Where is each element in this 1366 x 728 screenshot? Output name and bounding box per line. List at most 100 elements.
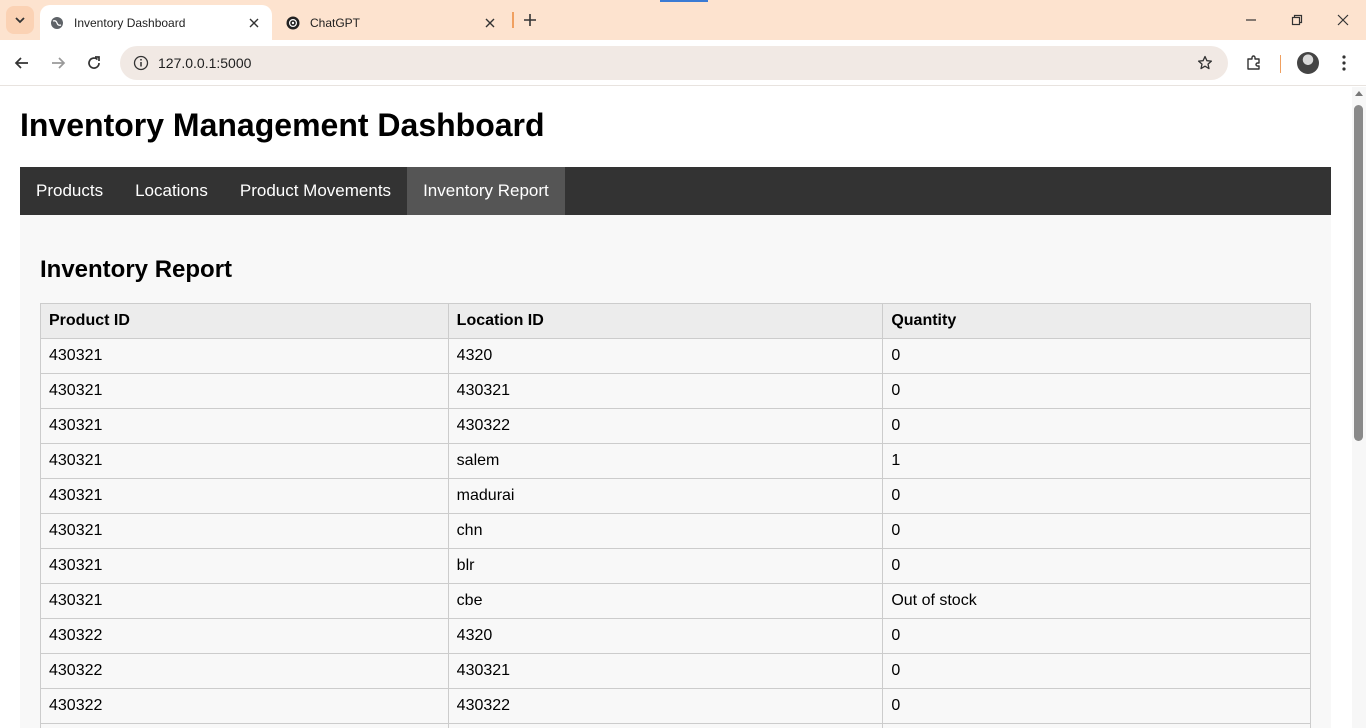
restore-button[interactable]: [1274, 0, 1320, 40]
address-bar[interactable]: 127.0.0.1:5000: [120, 46, 1228, 80]
main-nav: Products Locations Product Movements Inv…: [20, 167, 1331, 215]
cell-quantity: Out of stock: [882, 583, 1311, 619]
cell-quantity: 0: [882, 408, 1311, 444]
tab-separator: [512, 12, 514, 28]
tab-chatgpt[interactable]: ChatGPT: [276, 5, 508, 40]
cell-location-id: 430322: [447, 688, 884, 724]
table-row: 430322 430321 0: [40, 653, 1311, 689]
cell-quantity: 0: [882, 513, 1311, 549]
puzzle-icon: [1247, 55, 1260, 70]
table-row: 430321 430322 0: [40, 408, 1311, 444]
menu-button[interactable]: [1330, 49, 1358, 77]
cell-location-id: 430321: [447, 373, 884, 409]
section-heading: Inventory Report: [40, 256, 233, 283]
column-header-quantity: Quantity: [882, 303, 1311, 339]
cell-location-id: salem: [447, 443, 884, 479]
cell-quantity: 0: [882, 688, 1311, 724]
nav-item-product-movements[interactable]: Product Movements: [224, 167, 407, 215]
browser-toolbar: 127.0.0.1:5000: [0, 40, 1366, 86]
chevron-down-icon: [15, 17, 25, 24]
arrow-right-icon: [52, 57, 66, 69]
cell-location-id: 4320: [447, 338, 884, 374]
new-tab-button[interactable]: [518, 8, 542, 32]
page-viewport: Inventory Management Dashboard Products …: [0, 87, 1352, 728]
cell-location-id: 430322: [447, 408, 884, 444]
page-scrollbar[interactable]: [1352, 87, 1366, 728]
cell-product-id: 430321: [40, 478, 449, 514]
cell-product-id: 430322: [40, 723, 449, 728]
table-row: 430321 cbe Out of stock: [40, 583, 1311, 619]
openai-icon: [286, 16, 300, 30]
tab-title: ChatGPT: [310, 15, 361, 30]
cell-location-id: chn: [447, 513, 884, 549]
table-row: 430322salem0: [40, 723, 1311, 728]
table-row: 430321 madurai 0: [40, 478, 1311, 514]
more-vertical-icon: [1342, 55, 1346, 71]
close-icon[interactable]: [244, 13, 264, 33]
table-row: 430321 430321 0: [40, 373, 1311, 409]
profile-avatar[interactable]: [1297, 52, 1319, 74]
cell-product-id: 430321: [40, 513, 449, 549]
column-header-location-id: Location ID: [447, 303, 884, 339]
table-row: 430321 4320 0: [40, 338, 1311, 374]
cell-quantity: 0: [882, 723, 1311, 728]
restore-icon: [1291, 14, 1303, 26]
close-icon[interactable]: [480, 13, 500, 33]
cell-product-id: 430321: [40, 408, 449, 444]
extensions-button[interactable]: [1240, 49, 1268, 77]
cell-location-id: madurai: [447, 478, 884, 514]
window-close-button[interactable]: [1320, 0, 1366, 40]
table-row: 430321 blr 0: [40, 548, 1311, 584]
reload-button[interactable]: [80, 49, 108, 77]
cell-location-id: cbe: [447, 583, 884, 619]
close-icon: [1337, 14, 1349, 26]
tab-search-button[interactable]: [6, 6, 34, 34]
cell-location-id: salem: [447, 723, 884, 728]
cell-location-id: 4320: [447, 618, 884, 654]
cell-quantity: 1: [882, 443, 1311, 479]
tab-inventory-dashboard[interactable]: Inventory Dashboard: [40, 5, 272, 40]
toolbar-separator: [1280, 55, 1281, 73]
minimize-icon: [1246, 19, 1256, 21]
cell-product-id: 430321: [40, 373, 449, 409]
tab-strip-indicator: [660, 0, 708, 2]
nav-item-inventory-report[interactable]: Inventory Report: [407, 167, 565, 215]
reload-icon: [88, 56, 100, 69]
table-row: 430322 4320 0: [40, 618, 1311, 654]
tab-title: Inventory Dashboard: [74, 15, 186, 30]
cell-quantity: 0: [882, 548, 1311, 584]
arrow-left-icon: [14, 57, 28, 69]
url-text: 127.0.0.1:5000: [158, 55, 252, 71]
site-info-icon[interactable]: [130, 52, 152, 74]
cell-quantity: 0: [882, 338, 1311, 374]
plus-icon: [524, 14, 536, 26]
scrollbar-thumb[interactable]: [1354, 105, 1363, 441]
cell-product-id: 430321: [40, 338, 449, 374]
cell-location-id: blr: [447, 548, 884, 584]
bookmark-star-icon[interactable]: [1194, 52, 1216, 74]
report-section: Inventory Report Product ID Location ID …: [20, 215, 1331, 728]
table-row: 430321 chn 0: [40, 513, 1311, 549]
cell-product-id: 430321: [40, 548, 449, 584]
cell-quantity: 0: [882, 478, 1311, 514]
page-title: Inventory Management Dashboard: [20, 107, 545, 143]
table-row: 430322 430322 0: [40, 688, 1311, 724]
back-button[interactable]: [8, 49, 36, 77]
browser-tab-strip: Inventory Dashboard ChatGPT: [0, 0, 1366, 40]
table-row: 430321 salem 1: [40, 443, 1311, 479]
cell-quantity: 0: [882, 373, 1311, 409]
table-header-row: Product ID Location ID Quantity: [40, 303, 1311, 339]
forward-button[interactable]: [44, 49, 72, 77]
nav-item-locations[interactable]: Locations: [119, 167, 224, 215]
cell-product-id: 430322: [40, 618, 449, 654]
cell-location-id: 430321: [447, 653, 884, 689]
scroll-up-arrow[interactable]: [1355, 91, 1363, 96]
cell-product-id: 430321: [40, 583, 449, 619]
column-header-product-id: Product ID: [40, 303, 449, 339]
globe-icon: [50, 16, 64, 30]
cell-quantity: 0: [882, 618, 1311, 654]
minimize-button[interactable]: [1228, 0, 1274, 40]
cell-product-id: 430322: [40, 688, 449, 724]
nav-item-products[interactable]: Products: [20, 167, 119, 215]
cell-quantity: 0: [882, 653, 1311, 689]
